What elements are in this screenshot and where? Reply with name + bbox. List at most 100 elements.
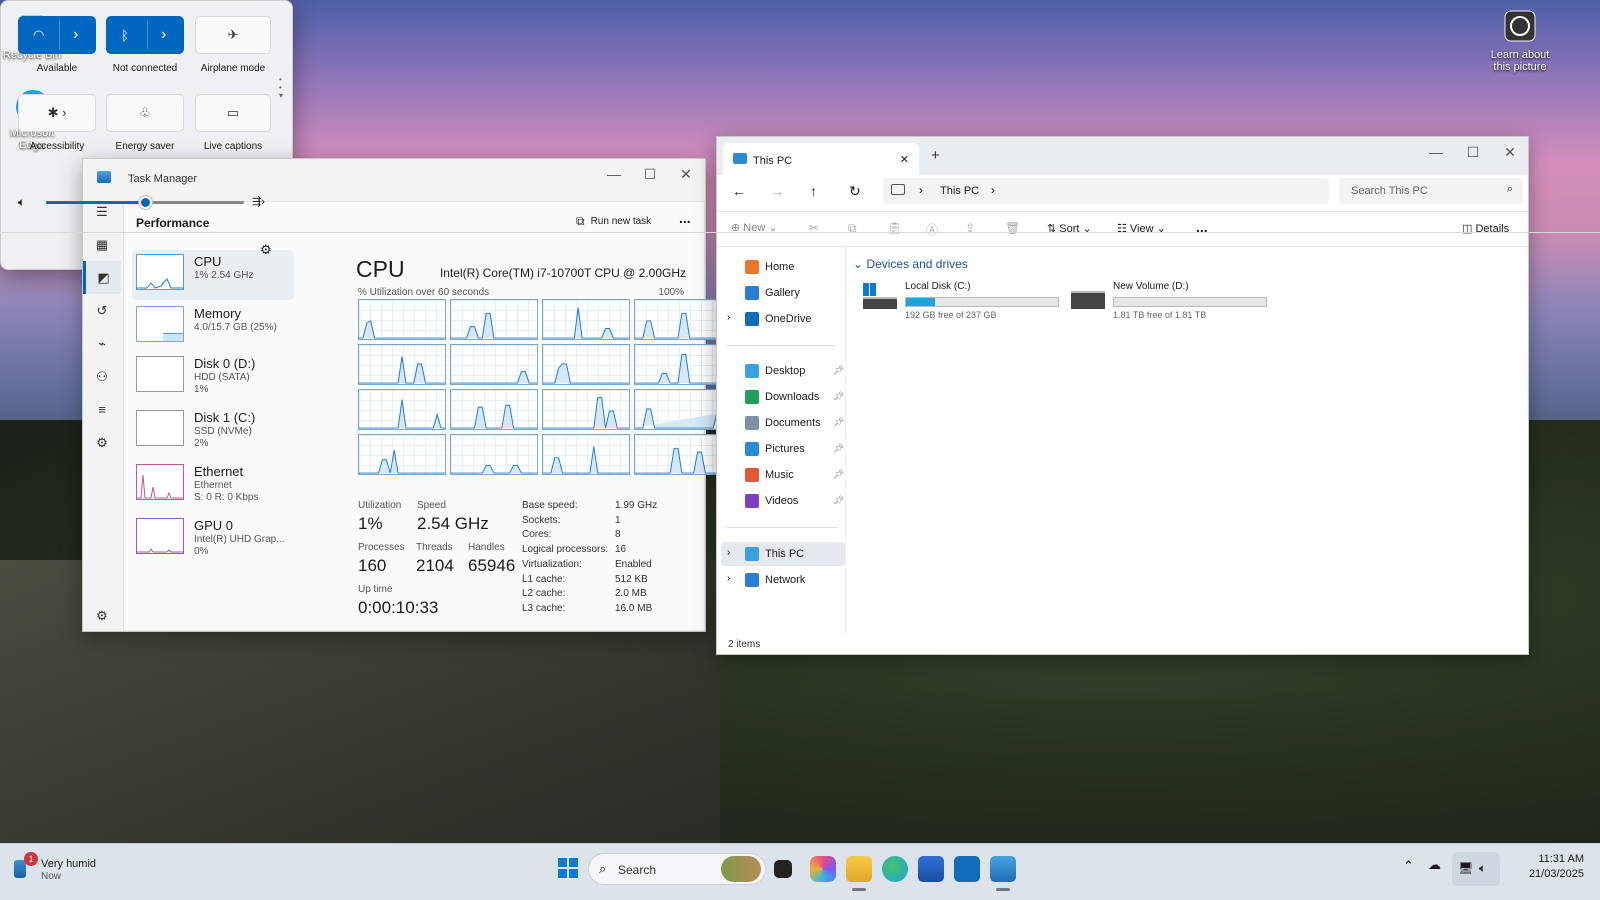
drive-c[interactable]: Local Disk (C:) 192 GB free of 237 GB [863,281,1073,321]
wifi-icon: ◠ [33,27,45,42]
search-box[interactable]: Search This PC ⌕ [1339,178,1523,204]
ethernet-thumbnail [136,464,184,500]
task-view-icon[interactable] [774,860,792,878]
cpu-detail-value: 1 [615,514,621,526]
group-header[interactable]: ⌄ Devices and drives [853,257,968,271]
nav-item-gallery[interactable]: Gallery [745,281,800,305]
rename-icon[interactable]: Ⓐ [926,221,938,238]
accessibility-toggle[interactable]: ✱ › [18,94,96,132]
close-button[interactable]: ✕ [1491,137,1529,167]
users-icon[interactable]: ⚇ [83,360,121,393]
close-button[interactable]: ✕ [667,159,705,189]
view-button[interactable]: ☷ View ⌄ [1117,222,1166,235]
live-captions-toggle[interactable]: ▭ [195,94,271,132]
onedrive-off-icon[interactable]: ☁ [1428,857,1441,873]
services-icon[interactable]: ⚙ [83,426,121,459]
run-new-task-button[interactable]: ⧉ Run new task [576,214,651,229]
minimize-button[interactable]: — [1417,137,1455,167]
volume-slider[interactable] [46,196,244,209]
sort-button[interactable]: ⇅ Sort ⌄ [1047,222,1092,235]
details-button[interactable]: ◫ Details [1462,222,1509,235]
search-icon: ⌕ [1506,183,1513,195]
breadcrumb-separator-icon: › [919,183,923,197]
logical-processor-graph [634,344,722,385]
up-icon[interactable]: ↑ [810,183,817,199]
forward-icon[interactable]: → [770,183,784,199]
startup-apps-icon[interactable]: ⌁ [83,327,121,360]
energy-saver-toggle[interactable]: ♧ [106,94,184,132]
more-options-button[interactable]: ... [679,210,691,226]
settings-icon[interactable]: ⚙ [260,242,272,258]
settings-icon[interactable]: ⚙ [83,599,121,632]
taskbar-search[interactable]: ⌕ Search [588,853,766,885]
network-volume-button[interactable]: 🖥︎ 🔈︎ [1452,852,1500,886]
nav-item-this-pc[interactable]: This PC [721,542,845,566]
minimize-button[interactable]: — [595,159,633,189]
nav-item-onedrive[interactable]: OneDrive [745,307,811,331]
accessibility-icon: ✱ › [47,105,67,120]
app-history-icon[interactable]: ↺ [83,294,121,327]
store-icon[interactable] [918,856,944,882]
edge-icon[interactable] [882,856,908,882]
airplane-mode-toggle[interactable]: ✈ [195,16,271,54]
nav-item-network[interactable]: Network [745,568,805,592]
logical-processor-graph [450,299,538,340]
address-bar[interactable]: › This PC › [883,178,1329,204]
cpu-detail-value: 16.0 MB [615,602,653,614]
pin-icon: 📌︎ [833,443,845,453]
new-tab-button[interactable]: + [931,147,940,164]
chevron-right-icon[interactable]: › [161,26,166,44]
search-input[interactable]: Search This PC [1351,185,1428,197]
chevron-up-icon[interactable]: ⌃ [1403,858,1414,874]
nav-item-music[interactable]: Music [745,463,794,487]
nav-item-downloads[interactable]: Downloads [745,385,819,409]
speaker-icon[interactable]: 🔈︎ [18,195,25,210]
threads-value: 2104 [416,556,454,575]
page-indicator[interactable]: • • ▾ [279,76,283,100]
performance-icon[interactable]: ◩ [83,261,121,294]
nav-item-home[interactable]: Home [745,255,794,279]
details-icon[interactable]: ≡ [83,393,121,426]
logical-processor-graphs [358,299,726,479]
breadcrumb-chevron-icon[interactable]: › [991,183,995,197]
monitor-icon [891,184,905,195]
maximize-button[interactable]: ☐ [1454,137,1492,167]
tab-this-pc[interactable]: This PC ✕ [723,143,919,175]
expand-chevron-icon[interactable]: › [727,547,730,558]
maximize-button[interactable]: ☐ [631,159,669,189]
chevron-right-icon[interactable]: › [73,26,78,44]
nav-item-desktop[interactable]: Desktop [745,359,805,383]
expand-chevron-icon[interactable]: › [727,573,730,584]
tab-bar: This PC ✕ + — ☐ ✕ [717,137,1528,175]
nav-item-documents[interactable]: Documents [745,411,821,435]
copilot-icon[interactable] [810,856,836,882]
side-item-disk0[interactable]: Disk 0 (D:) HDD (SATA) 1% [132,352,294,402]
copy-icon[interactable]: ⧉ [848,221,857,236]
breadcrumb[interactable]: This PC [940,185,979,197]
cpu-detail-value: 512 KB [615,573,648,585]
side-item-ethernet[interactable]: Ethernet Ethernet S: 0 R: 0 Kbps [132,460,294,510]
weather-widget[interactable]: 1 Very humid Now [12,852,112,886]
bluetooth-toggle[interactable]: ᛒ › [106,16,184,54]
task-manager-icon[interactable] [990,856,1016,882]
drive-d[interactable]: New Volume (D:) 1.81 TB free of 1.81 TB [1071,281,1281,321]
back-icon[interactable]: ← [732,183,746,199]
side-item-gpu0[interactable]: GPU 0 Intel(R) UHD Grap... 0% [132,514,294,564]
clock[interactable]: 11:31 AM 21/03/2025 [1504,852,1584,882]
close-tab-icon[interactable]: ✕ [900,153,909,166]
side-item-memory[interactable]: Memory 4.0/15.7 GB (25%) [132,302,294,352]
nav-item-pictures[interactable]: Pictures [745,437,805,461]
expand-chevron-icon[interactable]: › [727,312,730,323]
refresh-icon[interactable]: ↻ [849,183,861,200]
side-item-disk1[interactable]: Disk 1 (C:) SSD (NVMe) 2% [132,406,294,456]
wifi-toggle[interactable]: ◠ › [18,16,96,54]
learn-about-picture[interactable]: Learn about this picture [1488,10,1552,73]
pin-icon: 📌︎ [833,391,845,401]
audio-output-icon[interactable]: ⇶› [252,195,265,208]
outlook-icon[interactable] [954,856,980,882]
nav-item-videos[interactable]: Videos [745,489,798,513]
cpu-detail-key: Sockets: [522,514,561,526]
start-button[interactable] [556,856,582,882]
file-explorer-icon[interactable] [846,856,872,882]
hamburger-menu-icon[interactable]: ☰ [83,195,121,228]
